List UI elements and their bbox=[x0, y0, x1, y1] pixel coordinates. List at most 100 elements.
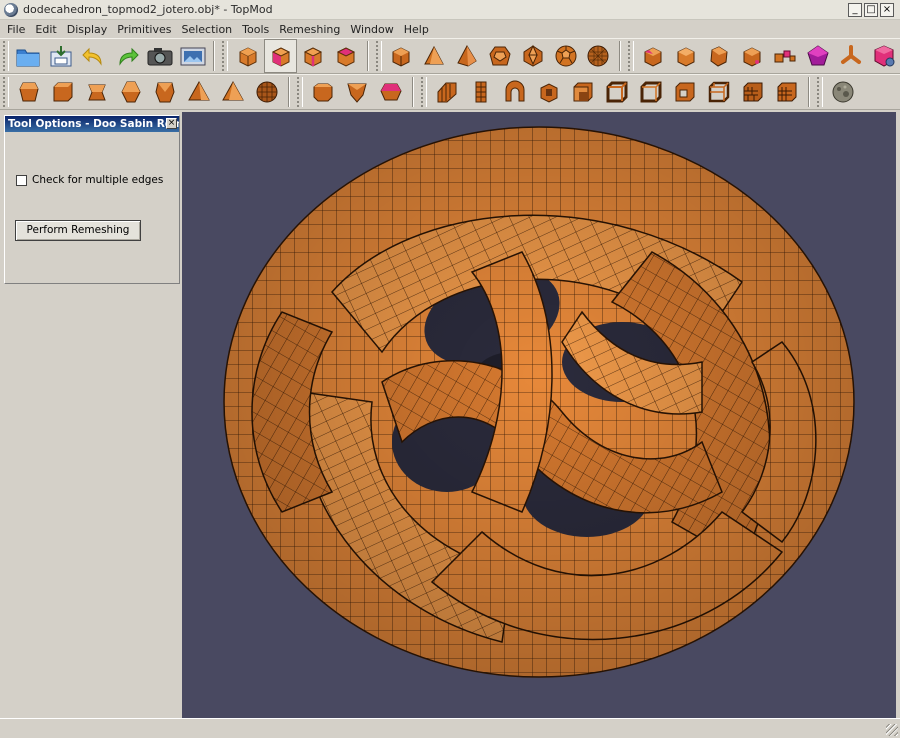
truncate-icon bbox=[347, 83, 367, 103]
wireframe-icon bbox=[606, 81, 628, 103]
redo-button[interactable] bbox=[111, 39, 144, 73]
honeycomb-button[interactable] bbox=[80, 75, 114, 109]
root3-icon bbox=[121, 81, 141, 103]
screenshot-button[interactable] bbox=[176, 39, 209, 73]
column-button[interactable] bbox=[430, 75, 464, 109]
brick-icon bbox=[743, 82, 763, 102]
menu-display[interactable]: Display bbox=[62, 23, 113, 36]
select-vertex-button[interactable] bbox=[231, 39, 264, 73]
rind-button[interactable] bbox=[532, 75, 566, 109]
truncate-button[interactable] bbox=[340, 75, 374, 109]
star-remesh-icon bbox=[222, 80, 244, 101]
cut-vertex-icon bbox=[644, 47, 662, 67]
extrude-button[interactable] bbox=[768, 39, 801, 73]
star-button[interactable] bbox=[834, 39, 867, 73]
chamfer-button[interactable] bbox=[306, 75, 340, 109]
column-icon bbox=[437, 82, 457, 103]
toolbar-grip[interactable] bbox=[3, 77, 9, 107]
lattice-button[interactable] bbox=[702, 75, 736, 109]
title-bar: dodecahedron_topmod2_jotero.obj* - TopMo… bbox=[0, 0, 900, 20]
perform-remeshing-button[interactable]: Perform Remeshing bbox=[15, 220, 141, 241]
pyramid-remesh-button[interactable] bbox=[182, 75, 216, 109]
sculpt-button[interactable] bbox=[826, 75, 860, 109]
minimize-button[interactable]: _ bbox=[848, 3, 862, 17]
chamfer-icon bbox=[313, 83, 333, 102]
sphere-remesh-button[interactable] bbox=[250, 75, 284, 109]
cube-button[interactable] bbox=[385, 39, 418, 73]
select-edge-icon bbox=[304, 47, 323, 67]
doo-sabin-button[interactable] bbox=[12, 75, 46, 109]
toolbar-separator bbox=[213, 41, 216, 71]
select-face-icon bbox=[271, 47, 290, 67]
brick-button[interactable] bbox=[736, 75, 770, 109]
toolbar-grip[interactable] bbox=[817, 77, 823, 107]
open-button[interactable] bbox=[12, 39, 45, 73]
frame-button[interactable] bbox=[668, 75, 702, 109]
tetrahedron-button[interactable] bbox=[418, 39, 451, 73]
tool-options-title[interactable]: Tool Options - Doo Sabin Rem... × bbox=[5, 116, 179, 132]
menu-tools[interactable]: Tools bbox=[237, 23, 274, 36]
select-face-button[interactable] bbox=[264, 39, 297, 73]
toolbar-grip[interactable] bbox=[222, 41, 229, 71]
pyramid-button[interactable] bbox=[450, 39, 483, 73]
settings-cube-button[interactable] bbox=[867, 39, 900, 73]
toolbar-grip[interactable] bbox=[297, 77, 303, 107]
wireframe-2-button[interactable] bbox=[634, 75, 668, 109]
toolbar-grip[interactable] bbox=[627, 41, 634, 71]
maximize-button[interactable]: □ bbox=[864, 3, 878, 17]
status-bar bbox=[0, 718, 900, 738]
root3-button[interactable] bbox=[114, 75, 148, 109]
select-corner-button[interactable] bbox=[330, 39, 363, 73]
sphere-remesh-icon bbox=[256, 81, 278, 103]
cut-vertex-button[interactable] bbox=[637, 39, 670, 73]
camera-button[interactable] bbox=[143, 39, 176, 73]
save-button[interactable] bbox=[45, 39, 78, 73]
doo-sabin-icon bbox=[19, 82, 39, 102]
corner-cut-button[interactable] bbox=[566, 75, 600, 109]
menu-file[interactable]: File bbox=[2, 23, 30, 36]
app-icon bbox=[4, 2, 18, 17]
menu-selection[interactable]: Selection bbox=[176, 23, 237, 36]
open-folder-icon bbox=[16, 49, 40, 67]
menu-edit[interactable]: Edit bbox=[30, 23, 61, 36]
menu-help[interactable]: Help bbox=[399, 23, 434, 36]
geodesic-sphere-button[interactable] bbox=[582, 39, 615, 73]
menu-primitives[interactable]: Primitives bbox=[112, 23, 176, 36]
pentagon-button[interactable] bbox=[801, 39, 834, 73]
dual-button[interactable] bbox=[374, 75, 408, 109]
panel-close-button[interactable]: × bbox=[166, 118, 177, 129]
soccer-ball-icon bbox=[555, 45, 577, 67]
resize-grip-icon[interactable] bbox=[886, 724, 898, 736]
soccer-ball-button[interactable] bbox=[549, 39, 582, 73]
toolbar-separator bbox=[366, 41, 369, 71]
star-remesh-button[interactable] bbox=[216, 75, 250, 109]
icosahedron-button[interactable] bbox=[516, 39, 549, 73]
fractal-button[interactable] bbox=[464, 75, 498, 109]
undo-button[interactable] bbox=[78, 39, 111, 73]
select-edge-button[interactable] bbox=[297, 39, 330, 73]
loop-icon bbox=[155, 82, 175, 103]
dodecahedron-button[interactable] bbox=[483, 39, 516, 73]
multiple-edges-checkbox[interactable] bbox=[16, 174, 27, 186]
multiple-edges-row[interactable]: Check for multiple edges bbox=[16, 174, 163, 186]
menu-remeshing[interactable]: Remeshing bbox=[274, 23, 345, 36]
menu-bar: File Edit Display Primitives Selection T… bbox=[0, 20, 900, 38]
menu-window[interactable]: Window bbox=[345, 23, 398, 36]
3d-viewport[interactable] bbox=[182, 112, 896, 718]
cut-edge-button[interactable] bbox=[703, 39, 736, 73]
close-button[interactable]: × bbox=[880, 3, 894, 17]
honeycomb-icon bbox=[88, 84, 106, 101]
window-controls: _ □ × bbox=[848, 3, 894, 17]
camera-icon bbox=[147, 48, 173, 66]
cut-face-button[interactable] bbox=[670, 39, 703, 73]
grid-button[interactable] bbox=[770, 75, 804, 109]
tetrahedron-icon bbox=[424, 45, 444, 65]
wireframe-button[interactable] bbox=[600, 75, 634, 109]
spiral-button[interactable] bbox=[498, 75, 532, 109]
toolbar-grip[interactable] bbox=[3, 41, 9, 71]
subdivide-button[interactable] bbox=[736, 39, 769, 73]
catmull-clark-button[interactable] bbox=[46, 75, 80, 109]
toolbar-grip[interactable] bbox=[421, 77, 427, 107]
loop-button[interactable] bbox=[148, 75, 182, 109]
toolbar-grip[interactable] bbox=[375, 41, 382, 71]
